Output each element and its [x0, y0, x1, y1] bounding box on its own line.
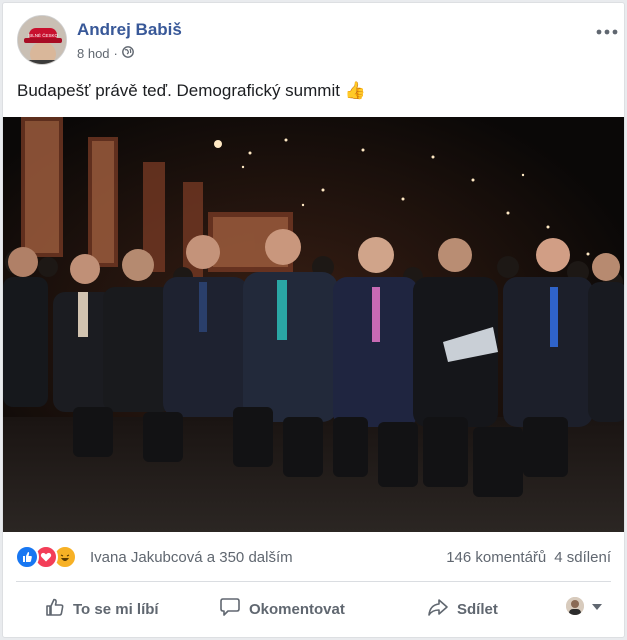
post-header: SILNÉ ČESKO Andrej Babiš 8 hod ·	[17, 15, 618, 65]
avatar-image: SILNÉ ČESKO	[18, 16, 66, 64]
avatar-cap-text: SILNÉ ČESKO	[28, 32, 59, 38]
summit-photo-image	[3, 117, 624, 532]
post-text: Budapešť právě teď. Demografický summit …	[17, 81, 366, 101]
share-button[interactable]: Sdílet	[427, 595, 498, 623]
like-label: To se mi líbí	[73, 600, 159, 618]
reaction-icons[interactable]	[15, 545, 77, 569]
comments-count[interactable]: 146 komentářů	[446, 549, 546, 566]
share-label: Sdílet	[457, 600, 498, 618]
author-name[interactable]: Andrej Babiš	[77, 20, 182, 40]
globe-icon[interactable]	[121, 46, 134, 61]
like-button[interactable]: To se mi líbí	[45, 595, 159, 623]
engagement-counts: 146 komentářů 4 sdílení	[446, 549, 611, 566]
post-photo[interactable]	[3, 117, 624, 532]
like-icon	[15, 545, 39, 569]
more-options-icon[interactable]	[596, 19, 618, 40]
profile-switcher[interactable]	[566, 597, 602, 615]
chevron-down-icon	[592, 597, 602, 615]
post-stats: Ivana Jakubcová a 350 dalším 146 komentá…	[3, 541, 624, 575]
share-arrow-icon	[427, 597, 449, 621]
thumbs-up-emoji: 👍	[344, 81, 366, 100]
post-meta: 8 hod ·	[77, 46, 134, 61]
reaction-summary[interactable]: Ivana Jakubcová a 350 dalším	[90, 549, 293, 566]
shares-count[interactable]: 4 sdílení	[554, 549, 611, 566]
post-actions: To se mi líbí Okomentovat Sdílet	[3, 587, 624, 631]
post-time[interactable]: 8 hod	[77, 46, 110, 61]
actions-divider	[16, 581, 611, 582]
comment-icon	[219, 597, 241, 621]
comment-label: Okomentovat	[249, 600, 345, 618]
thumbs-up-icon	[45, 597, 65, 621]
post-card: SILNÉ ČESKO Andrej Babiš 8 hod · Budapeš…	[2, 2, 625, 638]
post-text-body: Budapešť právě teď. Demografický summit	[17, 81, 340, 100]
author-avatar[interactable]: SILNÉ ČESKO	[17, 15, 67, 65]
comment-button[interactable]: Okomentovat	[219, 595, 345, 623]
meta-separator: ·	[113, 46, 118, 61]
profile-avatar	[566, 597, 584, 615]
